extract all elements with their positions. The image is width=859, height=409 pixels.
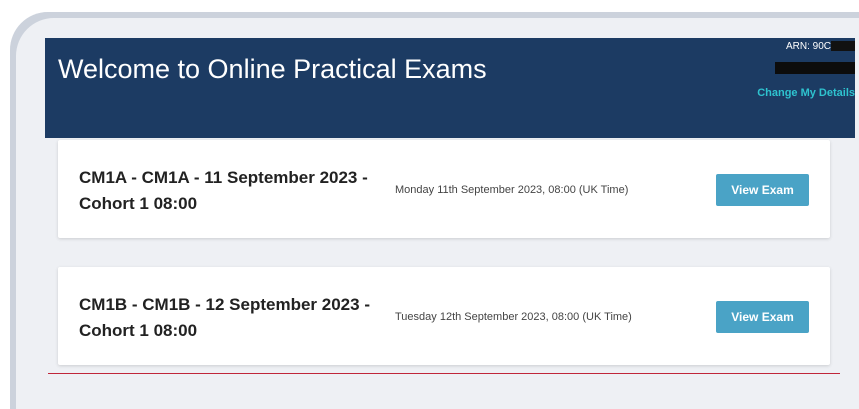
exam-card: CM1A - CM1A - 11 September 2023 - Cohort… [58,140,830,238]
user-name-redaction [775,62,855,74]
exam-date: Tuesday 12th September 2023, 08:00 (UK T… [395,311,632,323]
view-exam-button[interactable]: View Exam [716,174,809,206]
page-header: Welcome to Online Practical Exams ARN: 9… [45,38,855,138]
arn-field: ARN: 90C [715,40,855,54]
exam-date: Monday 11th September 2023, 08:00 (UK Ti… [395,184,629,196]
user-info: ARN: 90C Change My Details [715,40,855,99]
page-title: Welcome to Online Practical Exams [58,54,487,84]
view-exam-button[interactable]: View Exam [716,301,809,333]
arn-redaction [831,41,855,52]
change-my-details-link[interactable]: Change My Details [715,87,855,99]
divider [48,373,840,374]
exam-card: CM1B - CM1B - 12 September 2023 - Cohort… [58,267,830,365]
exam-title: CM1A - CM1A - 11 September 2023 - Cohort… [79,168,368,213]
arn-label: ARN: 90C [785,41,831,52]
exam-title: CM1B - CM1B - 12 September 2023 - Cohort… [79,295,370,340]
